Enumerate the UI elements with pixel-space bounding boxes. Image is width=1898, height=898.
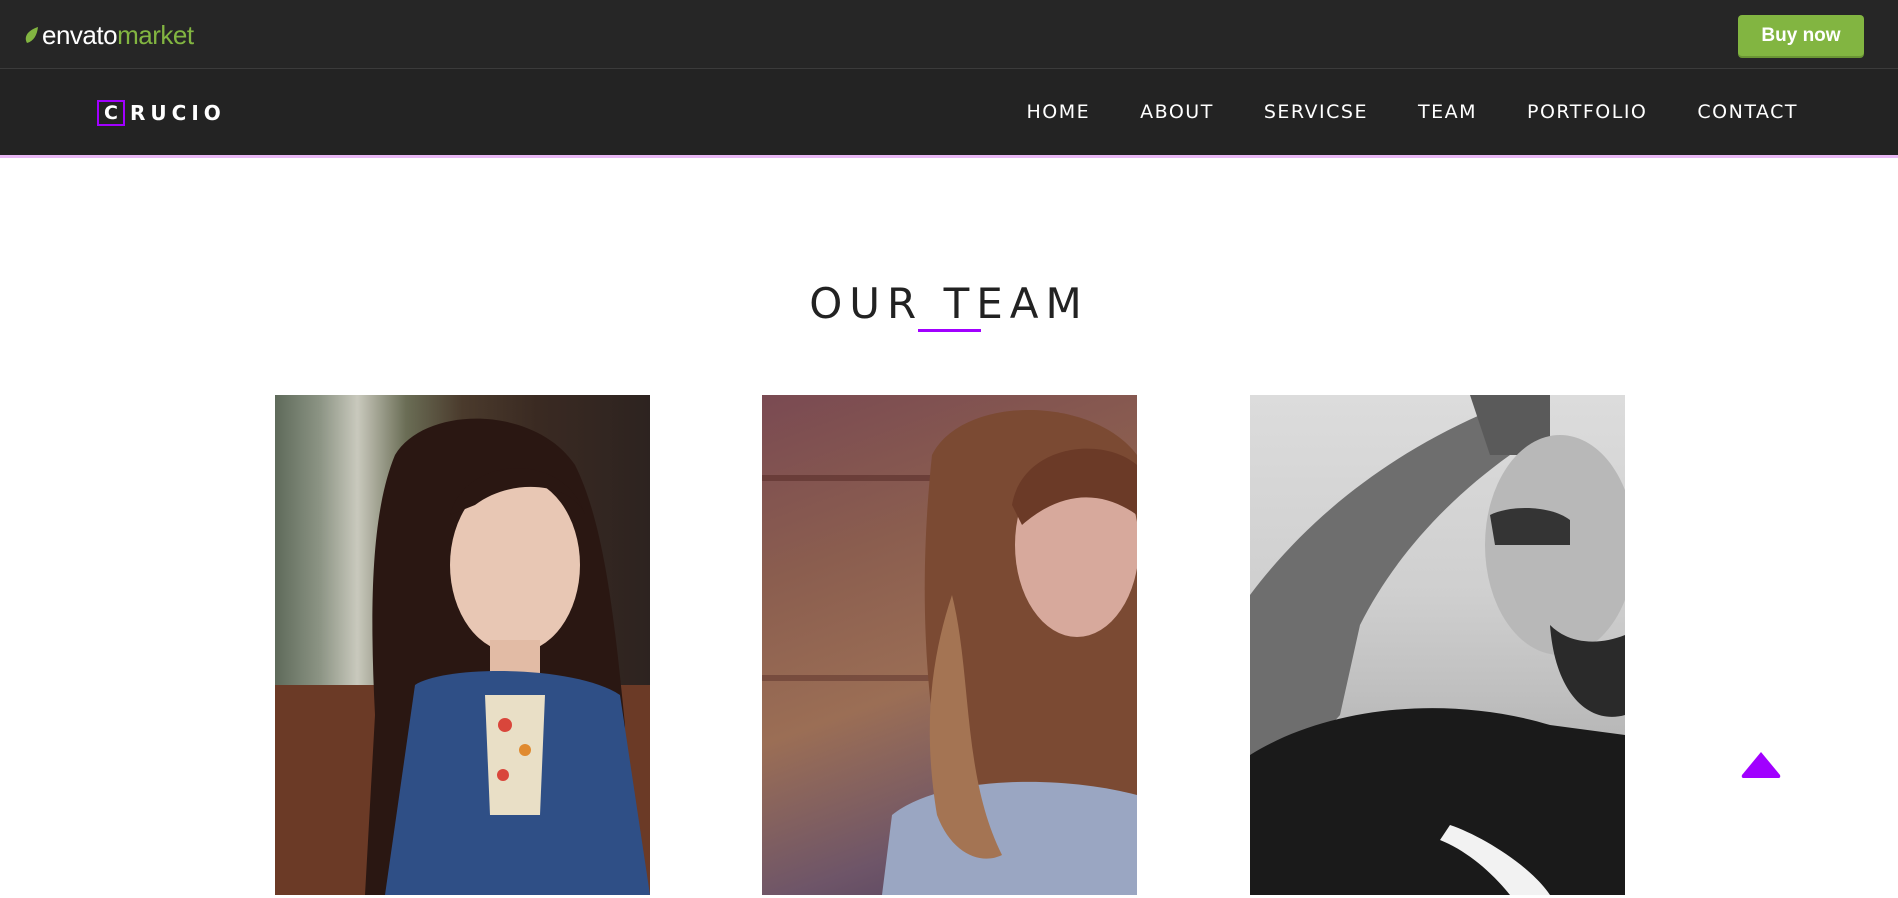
team-member-photo-1[interactable] (275, 395, 650, 895)
envato-brand-text: envato (42, 19, 118, 50)
woman-denim-jacket-photo (275, 418, 650, 895)
site-navbar: C RUCIO HOME ABOUT SERVICSE TEAM PORTFOL… (0, 69, 1898, 158)
logo-letter-box: C (97, 100, 125, 126)
envato-market-text: market (117, 19, 194, 50)
logo-text: RUCIO (130, 101, 226, 125)
nav-item-about[interactable]: ABOUT (1140, 101, 1214, 123)
nav-item-portfolio[interactable]: PORTFOLIO (1527, 101, 1647, 123)
team-member-photo-3[interactable] (1250, 395, 1625, 895)
scroll-top-button[interactable] (1740, 750, 1782, 780)
team-member-photo-2[interactable] (762, 395, 1137, 895)
envato-leaf-icon (25, 27, 38, 43)
nav-item-services[interactable]: SERVICSE (1264, 101, 1368, 123)
nav-item-contact[interactable]: CONTACT (1697, 101, 1798, 123)
crucio-logo[interactable]: C RUCIO (97, 100, 226, 126)
title-underline (918, 329, 981, 332)
buy-now-button[interactable]: Buy now (1738, 15, 1864, 56)
woman-long-hair-photo (762, 410, 1137, 895)
envato-market-logo[interactable]: envato market (24, 20, 194, 50)
triangle-up-icon (1741, 752, 1781, 778)
section-title: OUR TEAM (809, 278, 1089, 328)
nav-item-home[interactable]: HOME (1027, 101, 1091, 123)
nav-item-team[interactable]: TEAM (1418, 101, 1477, 123)
envato-market-bar: envato market Buy now (0, 0, 1898, 69)
man-glasses-bw-photo (1250, 395, 1625, 895)
nav-menu: HOME ABOUT SERVICSE TEAM PORTFOLIO CONTA… (977, 69, 1798, 155)
